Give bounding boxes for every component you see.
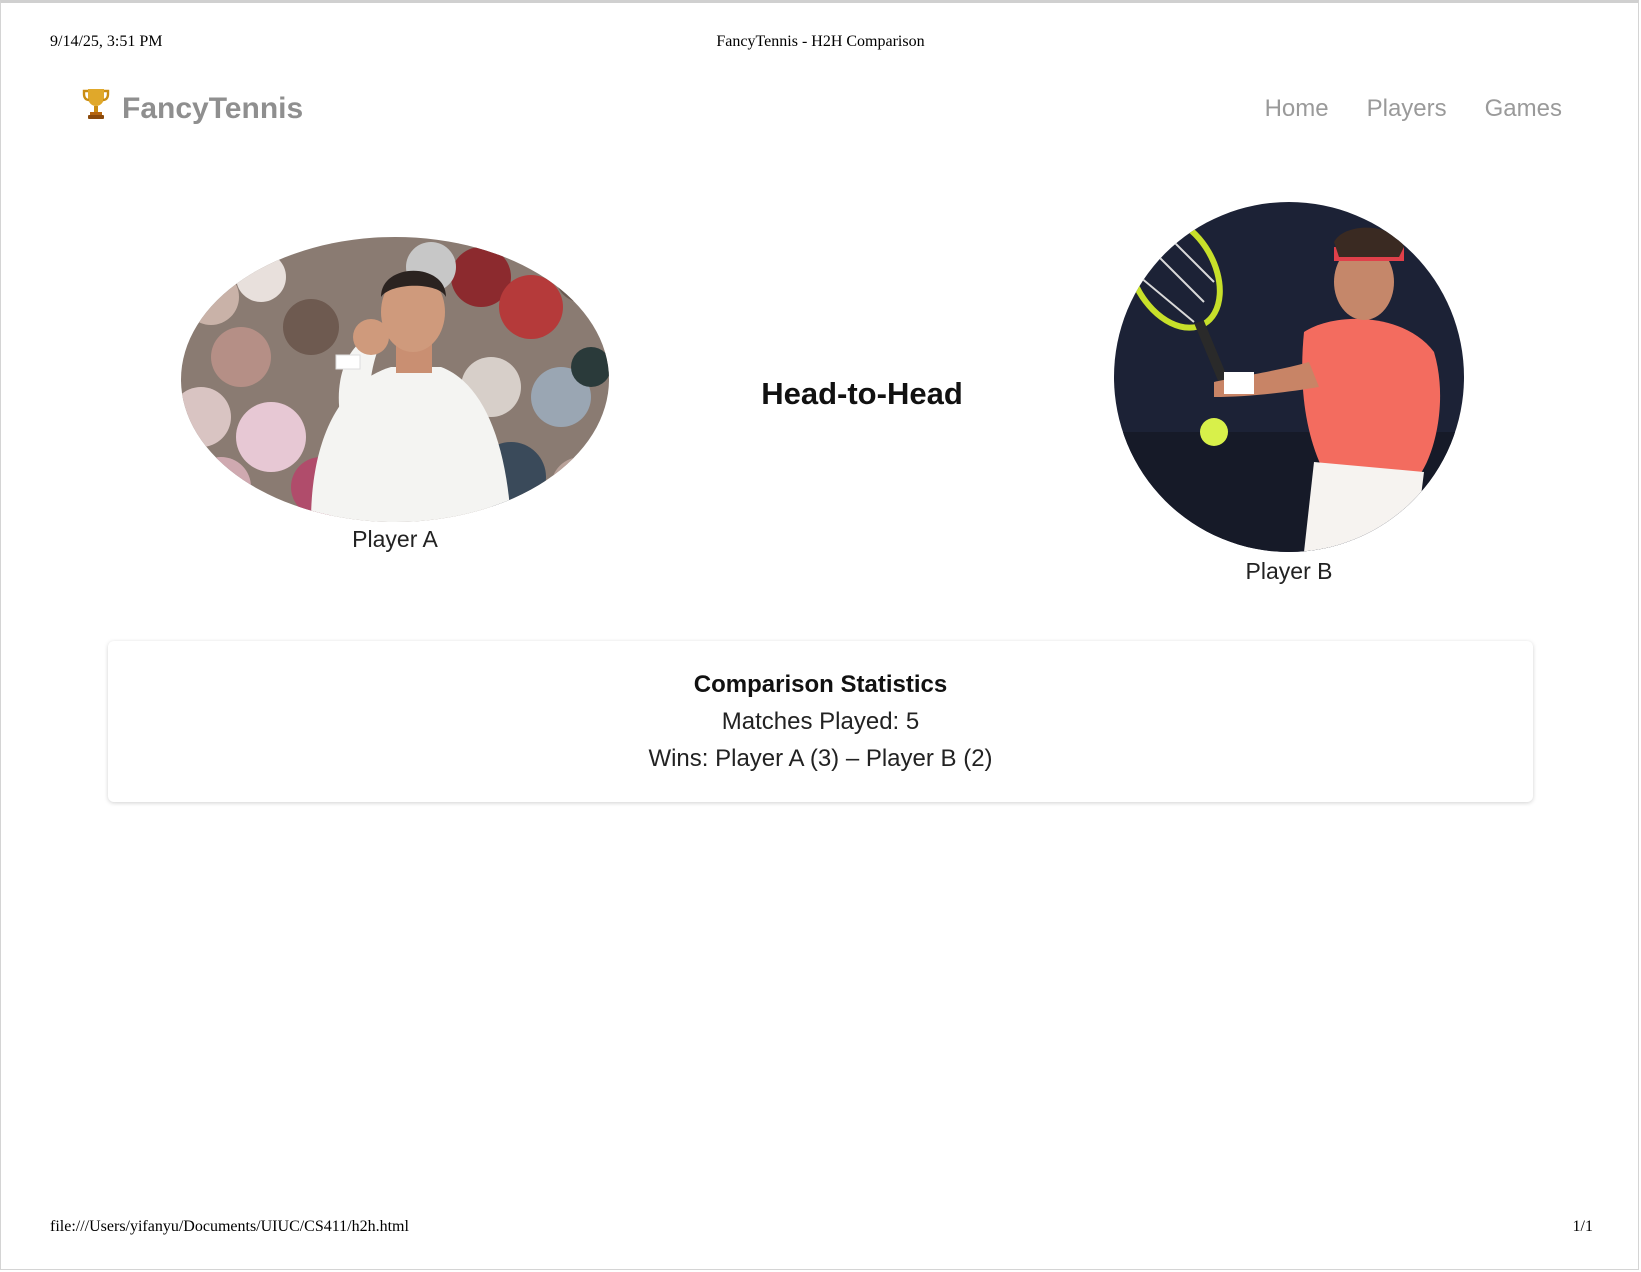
player-b-label: Player B [1245, 558, 1333, 584]
player-a-label: Player A [352, 526, 438, 552]
h2h-title: Head-to-Head [761, 376, 963, 411]
nav-links: Home Players Games [1227, 84, 1562, 134]
stats-title: Comparison Statistics [693, 671, 948, 698]
print-header-title: FancyTennis - H2H Comparison [716, 33, 925, 50]
player-b-photo [1114, 202, 1464, 552]
trophy-icon [82, 89, 110, 119]
comparison-stats-card: Comparison Statistics Matches Played: 5 … [108, 641, 1533, 802]
matches-played-text: Matches Played: 5 [721, 708, 920, 735]
nav-link-games[interactable]: Games [1485, 95, 1562, 123]
brand-name: FancyTennis [122, 92, 304, 125]
wins-text: Wins: Player A (3) – Player B (2) [648, 745, 993, 772]
print-footer-url: file:///Users/yifanyu/Documents/UIUC/CS4… [50, 1218, 409, 1235]
print-footer-page-number: 1/1 [1572, 1218, 1593, 1235]
player-a-photo [181, 237, 609, 522]
brand-logo-link[interactable]: FancyTennis [82, 84, 303, 134]
player-a-photo-image [181, 237, 609, 522]
navbar: FancyTennis Home Players Games [82, 84, 1562, 134]
player-b-photo-image [1114, 202, 1464, 552]
nav-link-players[interactable]: Players [1367, 95, 1447, 123]
nav-link-home[interactable]: Home [1265, 95, 1329, 123]
page-frame [0, 0, 1639, 1270]
